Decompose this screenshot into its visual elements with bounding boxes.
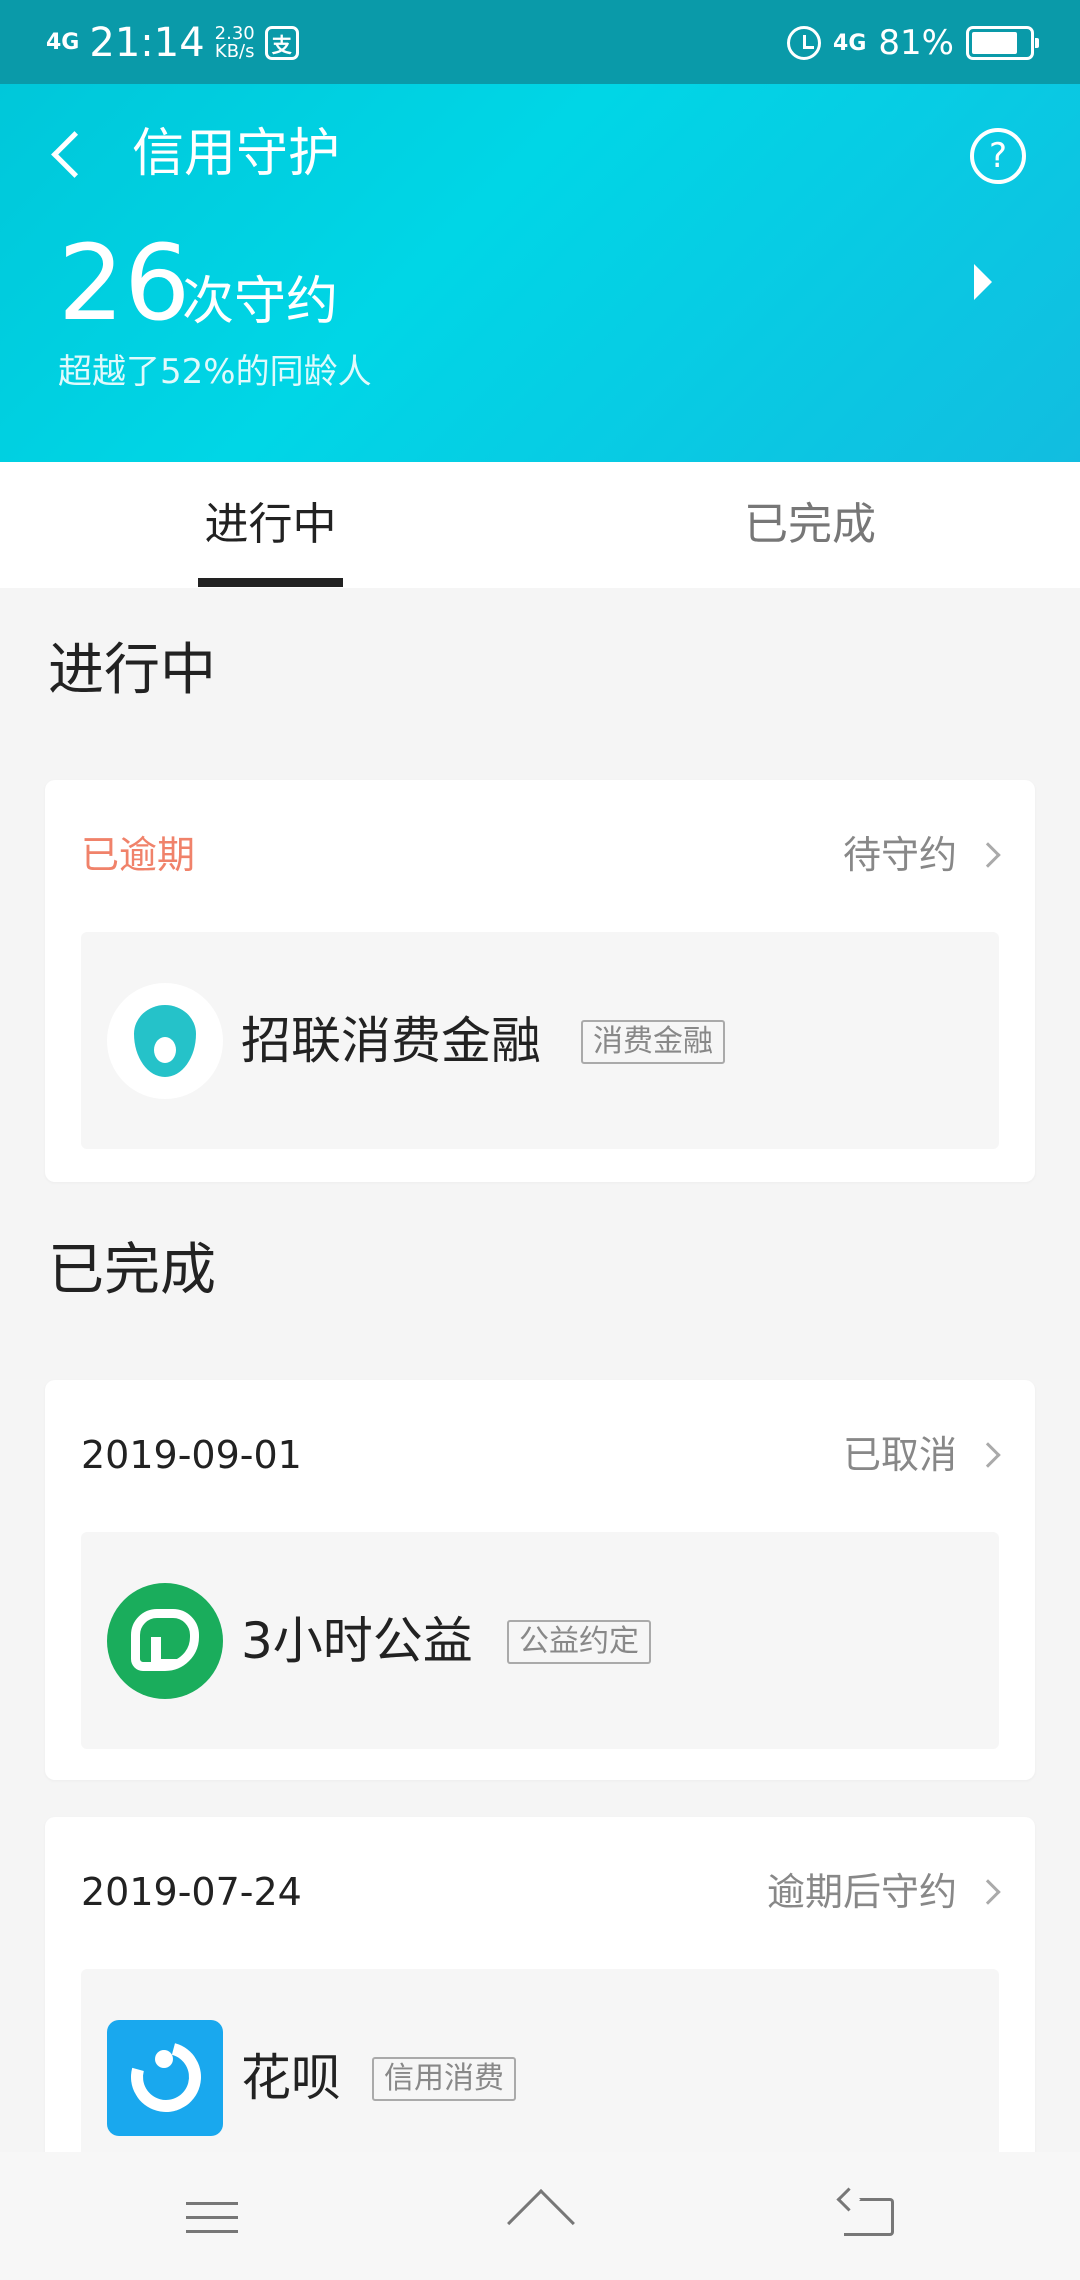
system-nav-bar [0,2152,1080,2280]
drop-highlight [154,1037,176,1063]
status-bar: 4G 21:14 2.30 KB/s 支 4G 81% [0,0,1080,84]
huabei-icon [107,2020,223,2136]
page-title: 信用守护 [132,124,341,184]
category-tag: 信用消费 [372,2057,516,2101]
battery-icon [966,26,1039,60]
heart-bar-base [151,1659,179,1668]
help-icon[interactable]: ? [970,128,1026,184]
category-tag: 公益约定 [507,1620,651,1664]
status-overdue-label: 已逾期 [81,833,196,877]
category-tag: 消费金融 [581,1020,725,1064]
card-status-link[interactable]: 逾期后守约 [766,1867,1001,1917]
peer-comparison-text: 超越了52%的同龄人 [58,352,372,392]
menu-icon[interactable] [186,2198,238,2236]
menu-line [186,2202,238,2205]
merchant-name: 招联消费金融 [241,1012,541,1070]
status-time: 21:14 [89,20,205,66]
battery-percent: 81% [878,23,954,63]
signal-icon: 4G [46,30,80,55]
chevron-right-icon [975,842,1001,868]
keep-promise-count: 26 [58,222,191,344]
status-pending-label: 待守约 [842,833,957,877]
promise-card[interactable]: 2019-09-01 已取消 3小时公益 公益约定 [45,1380,1035,1780]
card-status-link[interactable]: 待守约 [842,830,1001,880]
network-speed: 2.30 KB/s [215,25,255,61]
triangle-right-icon[interactable] [974,264,992,300]
network-speed-unit: KB/s [214,41,255,62]
status-right: 4G 81% [787,18,1039,68]
home-roof [507,2189,575,2257]
chevron-right-icon [975,1879,1001,1905]
header-banner: 4G 21:14 2.30 KB/s 支 4G 81% 信用守护 ? 26 次守… [0,0,1080,462]
zhaolian-drop-icon [107,983,223,1099]
alipay-notification-icon: 支 [264,26,299,60]
chevron-right-icon [975,1442,1001,1468]
home-icon[interactable] [507,2189,575,2257]
active-tab-indicator [198,578,343,587]
promise-date: 2019-07-24 [81,1870,302,1914]
alarm-icon [787,26,822,60]
charity-heart-icon [107,1583,223,1699]
keep-promise-unit: 次守约 [182,272,339,332]
menu-line [186,2216,238,2219]
merchant-row[interactable]: 3小时公益 公益约定 [81,1532,999,1749]
merchant-name: 花呗 [241,2049,341,2107]
section-title-in-progress: 进行中 [48,638,216,703]
system-back-icon[interactable] [844,2198,894,2236]
huabei-ring [118,2029,214,2125]
merchant-row[interactable]: 招联消费金融 消费金融 [81,932,999,1149]
section-title-completed: 已完成 [48,1238,216,1303]
tab-completed[interactable]: 已完成 [740,462,880,588]
status-kept-after-overdue-label: 逾期后守约 [766,1870,957,1914]
huabei-dot [155,2050,173,2068]
tab-in-progress[interactable]: 进行中 [198,462,343,588]
status-cancelled-label: 已取消 [842,1433,957,1477]
merchant-name: 3小时公益 [241,1612,473,1670]
status-left: 4G 21:14 2.30 KB/s 支 [46,18,299,68]
back-icon[interactable] [40,120,90,190]
menu-line [186,2230,238,2233]
network-type: 4G [833,30,867,56]
promise-card[interactable]: 已逾期 待守约 招联消费金融 消费金融 [45,780,1035,1182]
promise-date: 2019-09-01 [81,1433,302,1477]
tab-bar: 进行中 已完成 [0,462,1080,588]
card-status-link[interactable]: 已取消 [842,1430,1001,1480]
battery-fill [972,32,1018,54]
